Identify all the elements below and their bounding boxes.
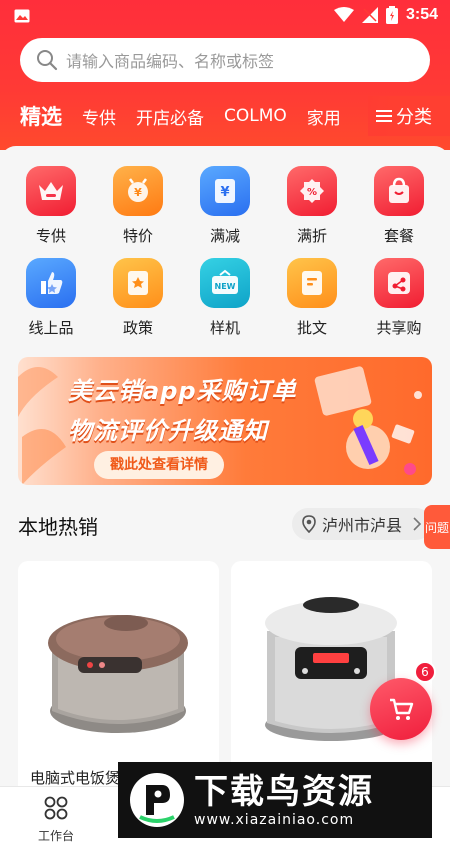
share-icon [374, 258, 424, 308]
side-feedback-tab[interactable]: 问题 [424, 505, 450, 549]
section-title-local-hot: 本地热销 [18, 515, 98, 539]
category-more-button[interactable]: 分类 [368, 96, 450, 136]
category-more-label: 分类 [396, 107, 432, 128]
price-tag-icon: ¥ [113, 166, 163, 216]
banner-cta-button[interactable]: 戳此处查看详情 [94, 451, 224, 479]
shortcut-label: 满折 [296, 227, 327, 245]
svg-text:¥: ¥ [134, 186, 142, 199]
product-name: 电脑式电饭煲 [30, 769, 121, 787]
battery-icon [385, 6, 398, 24]
shortcut-label: 专供 [35, 227, 66, 245]
signal-icon [361, 7, 378, 23]
location-pin-icon [302, 515, 316, 533]
thumbs-up-icon [26, 258, 76, 308]
shortcut-policy[interactable]: 政策 [103, 258, 173, 338]
shortcut-bundle[interactable]: 套餐 [364, 166, 434, 246]
grid-dots-icon [44, 796, 68, 820]
percent-discount-icon: % [287, 166, 337, 216]
shortcut-full-discount[interactable]: % 满折 [277, 166, 347, 246]
document-icon [287, 258, 337, 308]
watermark-overlay: 下载鸟资源 www.xiazainiao.com [118, 762, 432, 838]
shortcut-label: 批文 [296, 319, 327, 337]
location-text: 泸州市泸县 [321, 516, 402, 535]
shortcut-label: 套餐 [383, 227, 414, 245]
banner-title-line2: 物流评价升级通知 [68, 417, 268, 445]
shortcut-label: 共享购 [376, 319, 422, 337]
chevron-right-icon [413, 517, 422, 531]
cart-icon [390, 698, 414, 720]
category-tab-featured[interactable]: 精选 [20, 101, 62, 131]
location-selector[interactable]: 泸州市泸县 [291, 508, 432, 540]
status-time: 3:54 [405, 6, 438, 23]
search-icon [37, 50, 58, 71]
shortcut-label: 政策 [122, 319, 153, 337]
watermark-url: www.xiazainiao.com [194, 812, 355, 828]
rice-cooker-image [48, 615, 188, 733]
crown-icon [26, 166, 76, 216]
shortcut-label: 满减 [209, 227, 240, 245]
category-tab-store-essentials[interactable]: 开店必备 [136, 104, 204, 129]
shopping-bag-icon [374, 166, 424, 216]
svg-text:¥: ¥ [220, 185, 229, 200]
category-tab-exclusive[interactable]: 专供 [82, 104, 116, 129]
star-document-icon [113, 258, 163, 308]
yen-coupon-icon: ¥ [200, 166, 250, 216]
status-bar: 3:54 [0, 0, 450, 34]
shortcut-label: 样机 [209, 319, 240, 337]
shortcut-exclusive[interactable]: 专供 [16, 166, 86, 246]
promo-banner[interactable]: 美云销app采购订单 物流评价升级通知 戳此处查看详情 [18, 357, 432, 485]
new-tag-icon: NEW [200, 258, 250, 308]
wifi-icon [333, 7, 354, 22]
cart-count-badge: 6 [414, 661, 436, 683]
image-notification-icon [14, 9, 30, 23]
shortcut-special-price[interactable]: ¥ 特价 [103, 166, 173, 246]
floating-cart-button[interactable] [370, 678, 432, 740]
shortcut-online-products[interactable]: 线上品 [16, 258, 86, 338]
nav-label: 工作台 [37, 829, 74, 843]
shortcut-full-reduction[interactable]: ¥ 满减 [190, 166, 260, 246]
shortcut-shared-purchase[interactable]: 共享购 [364, 258, 434, 338]
category-tab-colmo[interactable]: COLMO [224, 106, 287, 126]
watermark-brand: 下载鸟资源 [194, 772, 374, 812]
status-right: 3:54 [333, 6, 438, 24]
shortcut-approval[interactable]: 批文 [277, 258, 347, 338]
category-tab-household[interactable]: 家用 [307, 104, 341, 129]
menu-icon [376, 110, 392, 122]
shortcut-label: 线上品 [28, 319, 74, 337]
bird-logo-icon [130, 773, 184, 827]
search-input[interactable]: 请输入商品编码、名称或标签 [20, 38, 430, 82]
nav-item-workbench[interactable]: 工作台 [24, 795, 88, 844]
shortcut-label: 特价 [122, 227, 153, 245]
svg-text:%: % [307, 187, 317, 198]
search-placeholder: 请输入商品编码、名称或标签 [66, 52, 275, 71]
svg-text:NEW: NEW [215, 282, 236, 291]
shortcut-sample-machine[interactable]: NEW 样机 [190, 258, 260, 338]
banner-title-line1: 美云销app采购订单 [68, 377, 297, 405]
